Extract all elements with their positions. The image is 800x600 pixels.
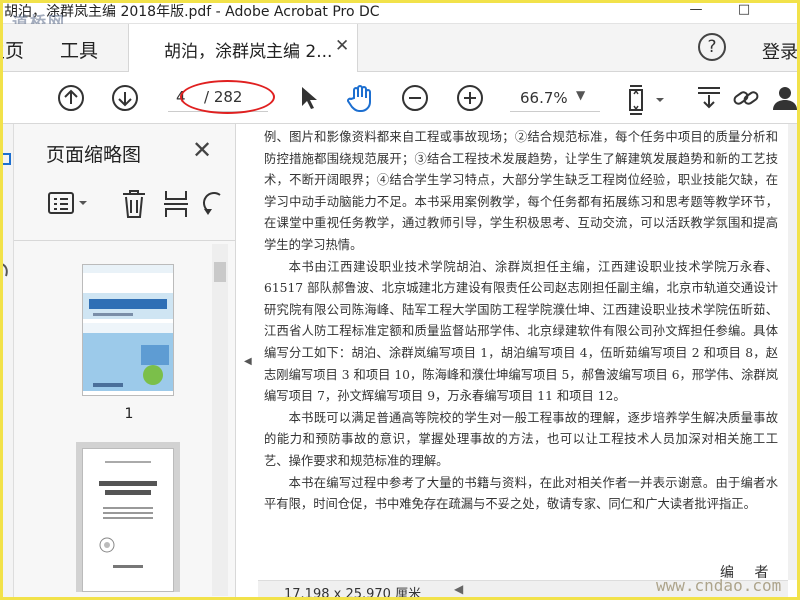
document-paragraph: 本书在编写过程中参考了大量的书籍与资料，在此对相关作者一并表示谢意。由于编者水平…: [264, 475, 778, 512]
zoom-out-icon[interactable]: [401, 84, 429, 112]
main-toolbar: 4 / 282 66.7% ▼: [0, 72, 800, 124]
page-highlight-annotation: [180, 80, 275, 114]
share-user-icon[interactable]: [770, 84, 798, 112]
page-fit-icon[interactable]: [626, 84, 664, 115]
document-paragraph: 例、图片和影像资料都来自工程或事故现场；②结合规范标准，每个任务中项目的质量分析…: [264, 130, 778, 252]
page-size-label: 17.198 x 25.970 厘米: [284, 587, 422, 600]
close-panel-icon[interactable]: ✕: [192, 136, 212, 164]
document-paragraph: 本书既可以满足普通高等院校的学生对一般工程事故的理解，逐步培养学生解决质量事故的…: [264, 410, 778, 468]
thumbnails-scroll-thumb[interactable]: [214, 262, 226, 282]
zoom-level-value: 66.7%: [520, 89, 568, 107]
document-paragraph: 本书由江西建设职业技术学院胡泊、涂群岚担任主编，江西建设职业技术学院万永春、61…: [264, 259, 778, 404]
book-cover-image: [83, 265, 173, 395]
page-thumbnail-2[interactable]: [82, 448, 174, 592]
next-page-icon[interactable]: [111, 84, 139, 112]
thumbnails-scrollbar[interactable]: [212, 244, 228, 596]
document-tab-title: 胡泊，涂群岚主编 2...: [164, 42, 333, 62]
zoom-in-icon[interactable]: [456, 84, 484, 112]
thumbnail-tools: [14, 179, 236, 241]
tab-document[interactable]: 胡泊，涂群岚主编 2... ✕: [128, 24, 358, 72]
collapse-panel-icon[interactable]: ◀: [244, 356, 252, 367]
link-icon[interactable]: [730, 84, 759, 112]
previous-page-icon[interactable]: [57, 84, 85, 112]
scroll-left-icon[interactable]: ◀: [454, 582, 463, 596]
page-thumbnail-1[interactable]: [82, 264, 174, 396]
document-view[interactable]: 例、图片和影像资料都来自工程或事故现场；②结合规范标准，每个任务中项目的质量分析…: [258, 124, 788, 600]
tab-bar: 主页 工具 胡泊，涂群岚主编 2... ✕ ? 登录: [0, 24, 800, 72]
select-tool-icon[interactable]: [295, 84, 323, 112]
document-scrollbar[interactable]: [788, 124, 800, 580]
site-watermark-bottom: www.cndao.com: [656, 576, 782, 595]
rotate-page-icon[interactable]: [202, 189, 224, 219]
tab-tools[interactable]: 工具: [60, 36, 98, 63]
hand-tool-icon[interactable]: [346, 84, 374, 112]
close-tab-icon[interactable]: ✕: [335, 36, 349, 56]
thumbnail-options-icon[interactable]: [48, 189, 92, 217]
help-icon[interactable]: ?: [698, 33, 726, 61]
window-titlebar: 胡泊，涂群岚主编 2018年版.pdf - Adobe Acrobat Pro …: [0, 0, 800, 32]
page-thumbnail-1-label: 1: [124, 406, 134, 422]
login-button[interactable]: 登录: [762, 38, 798, 64]
document-text: 例、图片和影像资料都来自工程或事故现场；②结合规范标准，每个任务中项目的质量分析…: [264, 127, 778, 516]
delete-page-icon[interactable]: [120, 189, 148, 219]
insert-page-icon[interactable]: [162, 189, 190, 219]
minimize-button[interactable]: —: [676, 0, 716, 22]
zoom-level-dropdown[interactable]: 66.7% ▼: [510, 84, 600, 112]
page-thumbnails-panel: 页面缩略图 ✕ 1: [14, 124, 236, 600]
rail-icons[interactable]: [0, 124, 14, 304]
scroll-mode-icon[interactable]: [695, 84, 723, 112]
chevron-down-icon[interactable]: ▼: [576, 88, 585, 102]
tab-home[interactable]: 主页: [0, 36, 24, 63]
title-page-image: [83, 449, 173, 591]
left-navigation-rail: [0, 124, 14, 600]
thumbnails-panel-title: 页面缩略图: [46, 144, 142, 166]
maximize-button[interactable]: □: [724, 0, 764, 22]
